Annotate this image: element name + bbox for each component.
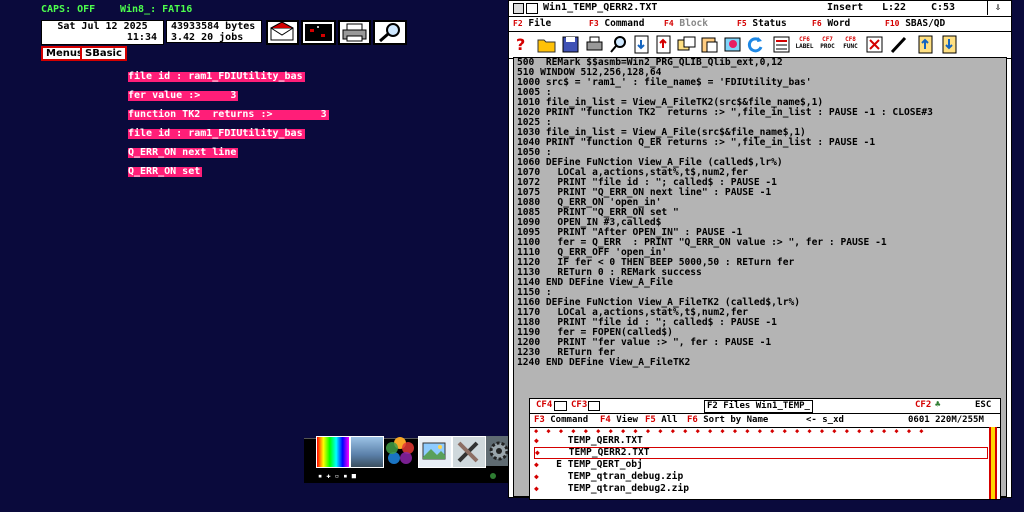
refresh-icon[interactable] <box>745 34 766 55</box>
magnifier-icon[interactable] <box>373 20 407 45</box>
code-line: 1240 END DEFine View_A_FileTK2 <box>517 357 691 368</box>
menu-status[interactable]: F5 Status <box>737 17 787 30</box>
editor-line: L:22 <box>882 2 907 13</box>
find-icon[interactable] <box>608 34 629 55</box>
scrollbar[interactable] <box>989 427 997 499</box>
svg-text:?: ? <box>516 35 525 54</box>
copy-icon[interactable] <box>676 34 697 55</box>
editor-mode: Insert <box>827 2 864 13</box>
print-icon[interactable] <box>584 34 605 55</box>
editor-column: C:53 <box>931 2 956 13</box>
files-window: CF4 CF3 F2 Files Win1_TEMP_ CF2 ♣ ESC F3… <box>529 398 1001 500</box>
time-text: 11:34 <box>126 32 157 43</box>
code-line: 1000 src$ = 'ram1_' : file_name$ = 'FDIU… <box>517 77 812 88</box>
list-item[interactable]: ◆ TEMP_qtran_debug.zip <box>534 471 988 483</box>
list-item-selected[interactable]: ◆ TEMP_QERR2.TXT <box>534 447 988 459</box>
open-folder-icon[interactable] <box>536 34 557 55</box>
date-text: Sat Jul 12 2025 <box>57 21 148 32</box>
find-next-icon[interactable] <box>631 34 652 55</box>
memory-text: 43933584 bytes <box>171 21 256 32</box>
cf3-icon[interactable]: CF3 <box>571 399 587 412</box>
clear-icon[interactable] <box>722 34 743 55</box>
cf8-func-icon[interactable]: CF8 FUNC <box>840 34 861 55</box>
output-line: file id : ram1_FDIUtility_bas <box>128 71 305 82</box>
window-move-icon[interactable] <box>588 401 600 411</box>
menu-block[interactable]: F4 Block <box>664 17 708 30</box>
list-item[interactable]: ◆ TEMP_qtran_debug2.zip <box>534 483 988 495</box>
cf7-proc-icon[interactable]: CF7 PROC <box>817 34 838 55</box>
down-arrow-icon[interactable]: ⇩ <box>987 1 1008 15</box>
files-count: 0601 220M/255M <box>908 415 984 425</box>
list-icon[interactable] <box>771 34 792 55</box>
menu-command[interactable]: F3 Command <box>589 17 644 30</box>
output-line: Q_ERR_ON next line <box>128 147 239 158</box>
code-line: 1040 PRINT "function Q_ER returns :> ",f… <box>517 137 876 148</box>
drive-status: Win8_: FAT16 <box>120 4 193 15</box>
basic-output: file id : ram1_FDIUtility_bas fer value … <box>128 64 329 178</box>
editor-title: Win1_TEMP_QERR2.TXT <box>543 2 658 13</box>
find-prev-icon[interactable] <box>653 34 674 55</box>
output-line: function TK2 returns :> 3 <box>128 109 329 120</box>
window-close-icon[interactable] <box>513 3 524 14</box>
terminal-icon[interactable] <box>301 20 336 45</box>
editor-titlebar: Win1_TEMP_QERR2.TXT Insert L:22 C:53 ⇩ <box>509 1 1011 17</box>
output-line: Q_ERR_ON set <box>128 166 203 177</box>
jobs-text: 3.42 20 jobs <box>171 32 244 43</box>
move-down-icon[interactable] <box>939 34 960 55</box>
files-nav[interactable]: <- s̲xd <box>806 414 844 426</box>
dock: ▪ ✚ ▫ ▪ ■ <box>300 432 510 484</box>
clock-panel: Sat Jul 12 2025 11:34 <box>41 20 164 45</box>
picture-icon[interactable] <box>418 436 452 468</box>
palette-icon[interactable] <box>316 436 350 468</box>
leaf-icon[interactable]: ♣ <box>935 399 940 412</box>
editor-menubar: F2 File F3 Command F4 Block F5 Status F6… <box>509 17 1011 32</box>
editor-toolbar: ? CF6 LABEL CF7 PROC CF8 FUNC <box>509 32 1011 59</box>
window-resize-icon[interactable] <box>526 3 538 14</box>
code-line: 1020 PRINT "function TK2 returns :> ",fi… <box>517 107 933 118</box>
paste-icon[interactable] <box>699 34 720 55</box>
code-line: 1140 END DEFine View_A_File <box>517 277 673 288</box>
pen-icon[interactable] <box>888 34 909 55</box>
save-icon[interactable] <box>560 34 581 55</box>
memory-panel: 43933584 bytes 3.42 20 jobs <box>166 20 262 43</box>
menu-sbasqd[interactable]: F10 SBAS/QD <box>885 17 945 30</box>
cf4-icon[interactable]: CF4 <box>536 399 552 412</box>
esc-button[interactable]: ESC <box>975 399 991 412</box>
files-menubar: F3 Command F4 View F5 All F6 Sort by Nam… <box>530 414 1000 428</box>
ruler-ticks: ◆ ◆ ◆ ◆ ◆ ◆ ◆ ◆ ◆ ◆ ◆ ◆ ◆ ◆ ◆ ◆ ◆ ◆ ◆ ◆ … <box>534 427 926 435</box>
help-icon[interactable]: ? <box>512 34 533 55</box>
dock-small-icons: ▪ ✚ ▫ ▪ ■ <box>318 472 356 480</box>
files-titlebar: CF4 CF3 F2 Files Win1_TEMP_ CF2 ♣ ESC <box>530 399 1000 414</box>
files-menu-all[interactable]: F5 All <box>645 414 678 426</box>
close-tab-icon[interactable] <box>864 34 885 55</box>
file-list: ◆ TEMP_QERR.TXT ◆ TEMP_QERR2.TXT ◆ E TEM… <box>534 435 988 499</box>
files-menu-sort[interactable]: F6 Sort by Name <box>687 414 768 426</box>
output-line: fer value :> 3 <box>128 90 239 101</box>
list-item[interactable]: ◆ E TEMP_QERT_obj <box>534 459 988 471</box>
output-line: file id : ram1_FDIUtility_bas <box>128 128 305 139</box>
window-resize-icon[interactable] <box>554 401 567 411</box>
cf6-label-icon[interactable]: CF6 LABEL <box>794 34 815 55</box>
tools-icon[interactable] <box>452 436 486 468</box>
files-menu-command[interactable]: F3 Command <box>534 414 588 426</box>
files-title: F2 Files Win1_TEMP_ <box>704 400 813 413</box>
menu-file[interactable]: F2 File <box>513 17 551 30</box>
photos-icon[interactable] <box>384 435 416 467</box>
caps-status: CAPS: OFF <box>41 4 96 15</box>
settings-gear-icon[interactable] <box>486 436 509 466</box>
list-item[interactable]: ◆ TEMP_QERR.TXT <box>534 435 988 447</box>
mail-icon[interactable] <box>266 20 299 45</box>
dock-indicator-icon <box>490 473 496 479</box>
move-up-icon[interactable] <box>915 34 936 55</box>
sbasic-button[interactable]: SBasic <box>80 46 127 61</box>
printer-icon[interactable] <box>338 20 371 45</box>
cf2-icon[interactable]: CF2 <box>915 399 931 412</box>
files-menu-view[interactable]: F4 View <box>600 414 638 426</box>
menu-word[interactable]: F6 Word <box>812 17 850 30</box>
image-viewer-icon[interactable] <box>350 436 384 468</box>
